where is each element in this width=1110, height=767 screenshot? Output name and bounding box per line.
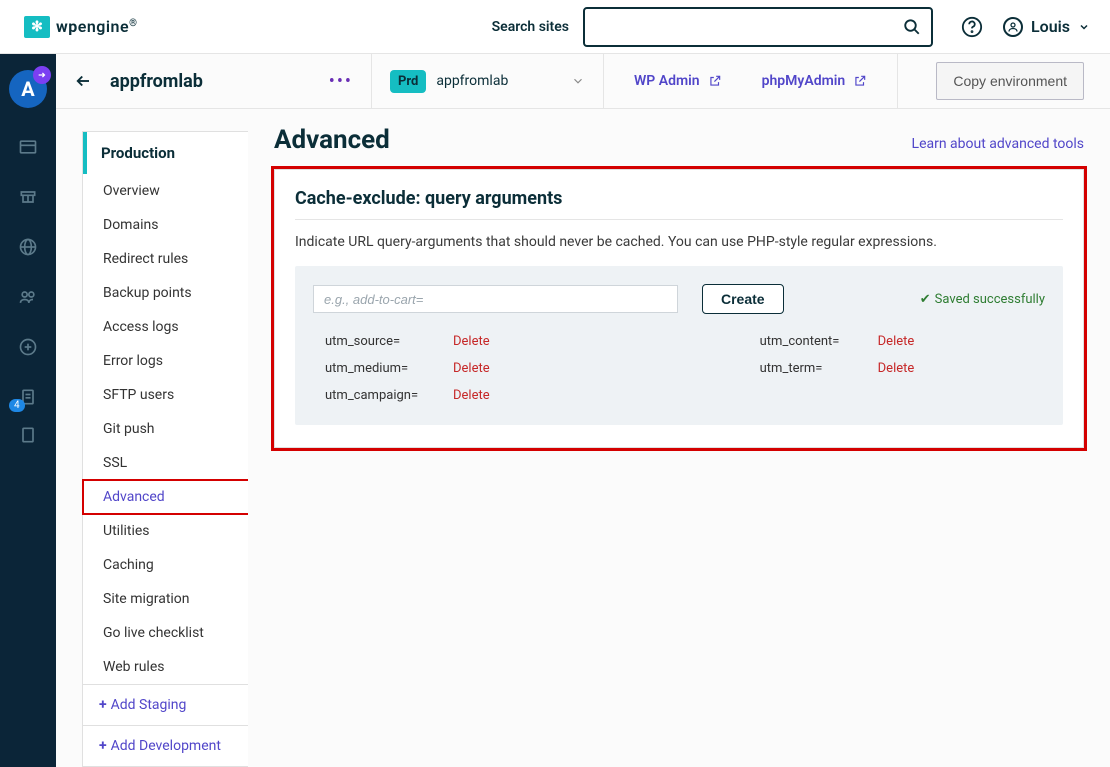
rail-avatar[interactable]: A: [9, 70, 47, 108]
sidebar: Production Overview Domains Redirect rul…: [56, 109, 248, 767]
rail-sites-icon[interactable]: [17, 136, 39, 158]
panel-title: Cache-exclude: query arguments: [295, 188, 1063, 209]
add-development-action[interactable]: +Add Development: [83, 726, 251, 766]
arg-row: utm_campaign= Delete: [325, 388, 490, 403]
delete-link[interactable]: Delete: [878, 334, 915, 349]
arg-key: utm_source=: [325, 334, 435, 349]
search-box[interactable]: [583, 7, 933, 47]
site-title: appfromlab: [110, 71, 203, 92]
user-menu[interactable]: Louis: [1003, 17, 1090, 37]
logo-text: wpengine®: [56, 17, 137, 36]
arg-row: utm_source= Delete: [325, 334, 490, 349]
sidebar-item-overview[interactable]: Overview: [83, 174, 251, 208]
wp-admin-link[interactable]: WP Admin: [634, 73, 722, 89]
sidebar-item-ssl[interactable]: SSL: [83, 446, 251, 480]
arg-key: utm_term=: [760, 361, 860, 376]
top-header: ✻ wpengine® Search sites Louis: [0, 0, 1110, 54]
more-dots-icon[interactable]: •••: [329, 71, 353, 92]
search-icon[interactable]: [903, 18, 921, 36]
delete-link[interactable]: Delete: [453, 388, 490, 403]
arg-key: utm_medium=: [325, 361, 435, 376]
chevron-down-icon: [571, 74, 585, 88]
rail-docs-icon[interactable]: 4: [17, 386, 39, 408]
env-selector[interactable]: Prd appfromlab: [372, 54, 604, 108]
external-link-icon: [708, 74, 722, 88]
chevron-down-icon: [1078, 21, 1090, 33]
add-staging-action[interactable]: +Add Staging: [83, 685, 251, 725]
main-content: Advanced Learn about advanced tools Cach…: [248, 109, 1110, 767]
env-badge: Prd: [390, 70, 426, 93]
rail-ecommerce-icon[interactable]: [17, 186, 39, 208]
rail-avatar-letter: A: [21, 77, 34, 101]
sidebar-heading: Production: [83, 132, 251, 174]
saved-message: ✔ Saved successfully: [920, 292, 1045, 307]
query-arg-input[interactable]: [313, 285, 678, 313]
learn-link[interactable]: Learn about advanced tools: [912, 136, 1084, 152]
help-icon[interactable]: [961, 16, 983, 38]
icon-rail: A 4: [0, 54, 56, 767]
arg-key: utm_campaign=: [325, 388, 435, 403]
rail-add-icon[interactable]: [17, 336, 39, 358]
sidebar-item-git-push[interactable]: Git push: [83, 412, 251, 446]
arg-row: utm_medium= Delete: [325, 361, 490, 376]
delete-link[interactable]: Delete: [453, 361, 490, 376]
sidebar-item-domains[interactable]: Domains: [83, 208, 251, 242]
sidebar-item-error-logs[interactable]: Error logs: [83, 344, 251, 378]
sidebar-item-utilities[interactable]: Utilities: [83, 514, 251, 548]
sidebar-item-go-live-checklist[interactable]: Go live checklist: [83, 616, 251, 650]
arg-key: utm_content=: [760, 334, 860, 349]
site-bar: appfromlab ••• Prd appfromlab WP Admin p…: [56, 54, 1110, 109]
cache-exclude-panel: Cache-exclude: query arguments Indicate …: [274, 169, 1084, 448]
external-link-icon: [853, 74, 867, 88]
sidebar-item-sftp-users[interactable]: SFTP users: [83, 378, 251, 412]
logo[interactable]: ✻ wpengine®: [24, 16, 137, 38]
search-input[interactable]: [585, 9, 931, 45]
back-arrow-icon[interactable]: [74, 72, 92, 90]
sidebar-list: Overview Domains Redirect rules Backup p…: [83, 174, 251, 684]
page-title: Advanced: [274, 125, 390, 155]
panel-description: Indicate URL query-arguments that should…: [295, 234, 1063, 250]
sidebar-item-backup-points[interactable]: Backup points: [83, 276, 251, 310]
env-name: appfromlab: [436, 73, 508, 89]
rail-users-icon[interactable]: [17, 286, 39, 308]
sidebar-item-redirect-rules[interactable]: Redirect rules: [83, 242, 251, 276]
user-avatar-icon: [1003, 17, 1023, 37]
sidebar-item-caching[interactable]: Caching: [83, 548, 251, 582]
rail-more-icon[interactable]: [17, 424, 39, 446]
create-button[interactable]: Create: [702, 284, 784, 314]
sidebar-item-site-migration[interactable]: Site migration: [83, 582, 251, 616]
logo-mark-icon: ✻: [24, 16, 50, 38]
copy-environment-button[interactable]: Copy environment: [936, 62, 1084, 100]
sidebar-item-access-logs[interactable]: Access logs: [83, 310, 251, 344]
user-name: Louis: [1031, 17, 1070, 36]
rail-globe-icon[interactable]: [17, 236, 39, 258]
sidebar-item-web-rules[interactable]: Web rules: [83, 650, 251, 684]
search-label: Search sites: [492, 19, 569, 35]
phpmyadmin-link[interactable]: phpMyAdmin: [762, 73, 868, 89]
check-icon: ✔: [920, 292, 931, 307]
arg-row: utm_term= Delete: [760, 361, 915, 376]
delete-link[interactable]: Delete: [453, 334, 490, 349]
arg-row: utm_content= Delete: [760, 334, 915, 349]
rail-badge-count: 4: [9, 399, 25, 412]
delete-link[interactable]: Delete: [878, 361, 915, 376]
sidebar-item-advanced[interactable]: Advanced: [83, 480, 251, 514]
arrow-badge-icon: [33, 66, 51, 84]
